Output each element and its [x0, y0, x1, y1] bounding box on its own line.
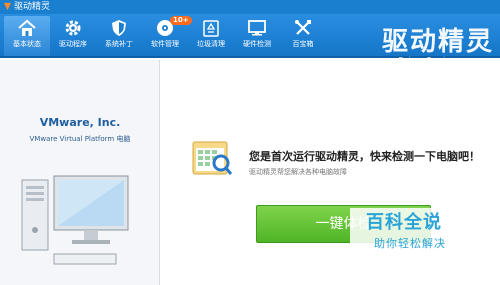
- watermark-title: 百科全说: [366, 212, 442, 233]
- monitor-icon: [248, 20, 266, 36]
- tab-hardware-detection[interactable]: 硬件检测: [234, 16, 280, 56]
- computer-illustration: [21, 175, 129, 265]
- brand-logo: 驱动精灵 DriverGenius.com: [382, 28, 494, 64]
- watermark-subtitle: 助你轻松解决: [374, 237, 446, 250]
- calendar-search-icon: [192, 141, 233, 175]
- first-run-message: 您是首次运行驱动精灵，快来检测一下电脑吧！: [249, 150, 480, 163]
- tab-software-manager[interactable]: 10+ 软件管理: [142, 16, 192, 56]
- home-icon: [18, 19, 36, 36]
- tab-label: 基本状态: [13, 40, 41, 48]
- tab-junk-cleanup[interactable]: 垃圾清理: [188, 16, 234, 56]
- title-bar: 驱动精灵: [0, 0, 500, 14]
- tab-label: 硬件检测: [243, 40, 271, 48]
- app-logo-icon: [3, 2, 12, 11]
- computer-model: VMware Virtual Platform 电脑: [29, 135, 131, 143]
- tab-label: 垃圾清理: [197, 40, 225, 48]
- tab-drivers[interactable]: 驱动程序: [50, 16, 96, 56]
- tab-label: 软件管理: [151, 40, 179, 48]
- computer-info-panel: VMware, Inc. VMware Virtual Platform 电脑: [0, 60, 160, 285]
- tab-toolbox[interactable]: 百宝箱: [280, 16, 326, 56]
- recycle-icon: [203, 20, 219, 37]
- tools-icon: [295, 20, 311, 35]
- tab-basic-status[interactable]: 基本状态: [4, 16, 50, 56]
- first-run-submessage: 驱动精灵帮您解决各种电脑故障: [249, 168, 347, 176]
- window-title: 驱动精灵: [14, 2, 51, 12]
- computer-manufacturer: VMware, Inc.: [39, 116, 121, 129]
- shield-icon: [112, 20, 126, 36]
- tab-label: 驱动程序: [59, 40, 87, 48]
- brand-name: 驱动精灵: [381, 27, 494, 57]
- toolbar: 基本状态 驱动程序 系统补丁 10+ 软件管理 垃圾清理 硬件检测 百宝箱 驱动…: [0, 14, 500, 64]
- tab-label: 系统补丁: [105, 40, 133, 48]
- gear-icon: [65, 20, 81, 36]
- tab-system-patches[interactable]: 系统补丁: [96, 16, 142, 56]
- tab-label: 百宝箱: [292, 40, 314, 48]
- watermark: 百科全说 助你轻松解决: [350, 208, 500, 258]
